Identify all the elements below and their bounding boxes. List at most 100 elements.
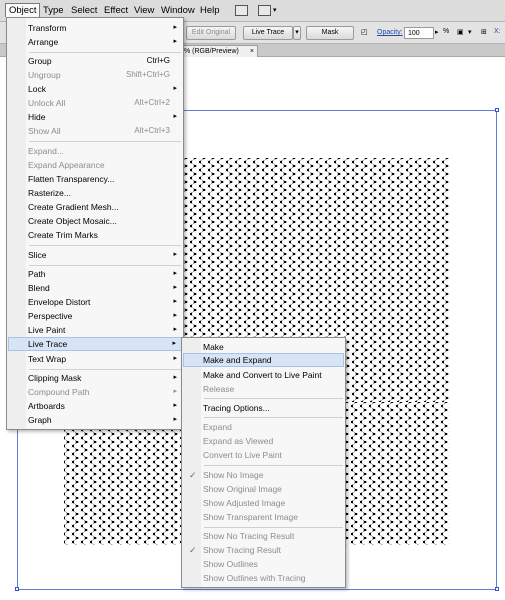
menu-item-make-and-expand[interactable]: Make and Expand [183,353,344,367]
submenu-arrow-icon: ▸ [173,24,177,31]
submenu-arrow-icon: ▸ [173,38,177,45]
live-trace-button[interactable]: Live Trace [243,26,293,40]
close-tab-icon[interactable]: × [250,46,254,57]
menu-item-make[interactable]: Make [183,340,344,354]
menu-item-create-gradient-mesh[interactable]: Create Gradient Mesh... [8,200,182,214]
submenu-arrow-icon: ▸ [173,298,177,305]
menu-item-expand-as-viewed[interactable]: Expand as Viewed [183,434,344,448]
edit-original-button[interactable]: Edit Original [186,26,236,40]
menu-item-compound-path[interactable]: Compound Path ▸ [8,385,182,399]
menu-item-clipping-mask[interactable]: Clipping Mask ▸ [8,371,182,385]
menu-item-show-no-image[interactable]: ✓ Show No Image [183,468,344,482]
menu-item-slice[interactable]: Slice ▸ [8,248,182,262]
submenu-arrow-icon: ▸ [173,374,177,381]
menu-item-perspective[interactable]: Perspective ▸ [8,309,182,323]
arrange-dropdown-icon[interactable]: ▾ [273,6,277,14]
menu-separator [29,141,181,142]
menu-item-lock[interactable]: Lock ▸ [8,82,182,96]
menu-window[interactable]: Window [158,4,198,18]
menu-effect[interactable]: Effect [101,4,131,18]
menu-object[interactable]: Object [5,3,41,17]
object-menu: Transform ▸ Arrange ▸ Group Ctrl+G Ungroup S… [6,17,184,430]
check-icon: ✓ [189,470,197,480]
arrange-documents-icon[interactable] [258,5,271,16]
menu-item-release[interactable]: Release [183,382,344,396]
x-coordinate-label[interactable]: X: [494,28,501,35]
menu-item-show-outlines-with-tracing[interactable]: Show Outlines with Tracing [183,571,344,585]
menu-item-ungroup[interactable]: Ungroup Shift+Ctrl+G [8,68,182,82]
menu-item-path[interactable]: Path ▸ [8,267,182,281]
menu-item-convert-to-live-paint[interactable]: Convert to Live Paint [183,448,344,462]
menu-item-show-adjusted-image[interactable]: Show Adjusted Image [183,496,344,510]
document-tab[interactable]: % (RGB/Preview) × [180,45,258,57]
mask-button[interactable]: Mask [306,26,354,40]
menu-item-tracing-options[interactable]: Tracing Options... [183,401,344,415]
menu-item-transform[interactable]: Transform ▸ [8,21,182,35]
live-trace-submenu: Make Make and Expand Make and Convert to… [181,337,346,588]
menu-item-show-transparent-image[interactable]: Show Transparent Image [183,510,344,524]
bridge-icon[interactable] [235,5,248,16]
opacity-dropdown-icon[interactable]: ▸ [435,28,439,36]
submenu-arrow-icon: ▸ [173,402,177,409]
menu-select[interactable]: Select [68,4,100,18]
menu-item-expand[interactable]: Expand [183,420,344,434]
menu-view[interactable]: View [131,4,157,18]
menu-item-group[interactable]: Group Ctrl+G [8,54,182,68]
selection-handle[interactable] [495,587,499,591]
transform-icon[interactable]: ⊞ [481,28,487,36]
menu-separator [29,245,181,246]
menu-item-graph[interactable]: Graph ▸ [8,413,182,427]
opacity-input[interactable]: 100 [404,27,434,39]
menu-item-arrange[interactable]: Arrange ▸ [8,35,182,49]
menu-separator [204,465,343,466]
menu-item-show-original-image[interactable]: Show Original Image [183,482,344,496]
submenu-arrow-icon: ▸ [173,355,177,362]
submenu-arrow-icon: ▸ [173,270,177,277]
menu-separator [29,265,181,266]
submenu-arrow-icon: ▸ [173,284,177,291]
menu-item-flatten-transparency[interactable]: Flatten Transparency... [8,172,182,186]
check-icon: ✓ [189,545,197,555]
mask-options-icon[interactable]: ◰ [361,28,368,36]
menu-item-artboards[interactable]: Artboards ▸ [8,399,182,413]
menu-item-show-all[interactable]: Show All Alt+Ctrl+3 [8,124,182,138]
menu-separator [204,417,343,418]
menu-item-expand-appearance[interactable]: Expand Appearance [8,158,182,172]
menu-item-rasterize[interactable]: Rasterize... [8,186,182,200]
align-icon[interactable]: ▣ [457,28,464,36]
menu-separator [29,52,181,53]
menu-separator [204,527,343,528]
menu-item-blend[interactable]: Blend ▸ [8,281,182,295]
menu-item-unlock-all[interactable]: Unlock All Alt+Ctrl+2 [8,96,182,110]
document-tab-title: % (RGB/Preview) [184,48,239,55]
percent-label: % [443,28,450,35]
menu-item-envelope-distort[interactable]: Envelope Distort ▸ [8,295,182,309]
selection-handle[interactable] [495,108,499,112]
align-dropdown-icon[interactable]: ▾ [468,28,472,36]
menu-item-make-and-convert-to-live-paint[interactable]: Make and Convert to Live Paint [183,368,344,382]
selection-handle[interactable] [15,587,19,591]
submenu-arrow-icon: ▸ [173,312,177,319]
submenu-arrow-icon: ▸ [173,326,177,333]
menu-item-hide[interactable]: Hide ▸ [8,110,182,124]
menu-item-create-object-mosaic[interactable]: Create Object Mosaic... [8,214,182,228]
menu-item-show-no-tracing-result[interactable]: Show No Tracing Result [183,529,344,543]
submenu-arrow-icon: ▸ [173,113,177,120]
menu-separator [29,369,181,370]
menu-type[interactable]: Type [40,4,67,18]
submenu-arrow-icon: ▸ [173,85,177,92]
menu-help[interactable]: Help [197,4,223,18]
menu-item-create-trim-marks[interactable]: Create Trim Marks [8,228,182,242]
menu-item-live-paint[interactable]: Live Paint ▸ [8,323,182,337]
menu-item-text-wrap[interactable]: Text Wrap ▸ [8,352,182,366]
tracing-presets-dropdown[interactable]: ▾ [293,26,301,40]
submenu-arrow-icon: ▸ [173,416,177,423]
menu-item-show-tracing-result[interactable]: ✓ Show Tracing Result [183,543,344,557]
menu-item-expand[interactable]: Expand... [8,144,182,158]
submenu-arrow-icon: ▸ [173,251,177,258]
menu-item-show-outlines[interactable]: Show Outlines [183,557,344,571]
menu-separator [204,398,343,399]
menu-item-live-trace[interactable]: Live Trace ▸ [8,337,182,351]
submenu-arrow-icon: ▸ [172,340,176,347]
opacity-label[interactable]: Opacity: [377,29,403,36]
